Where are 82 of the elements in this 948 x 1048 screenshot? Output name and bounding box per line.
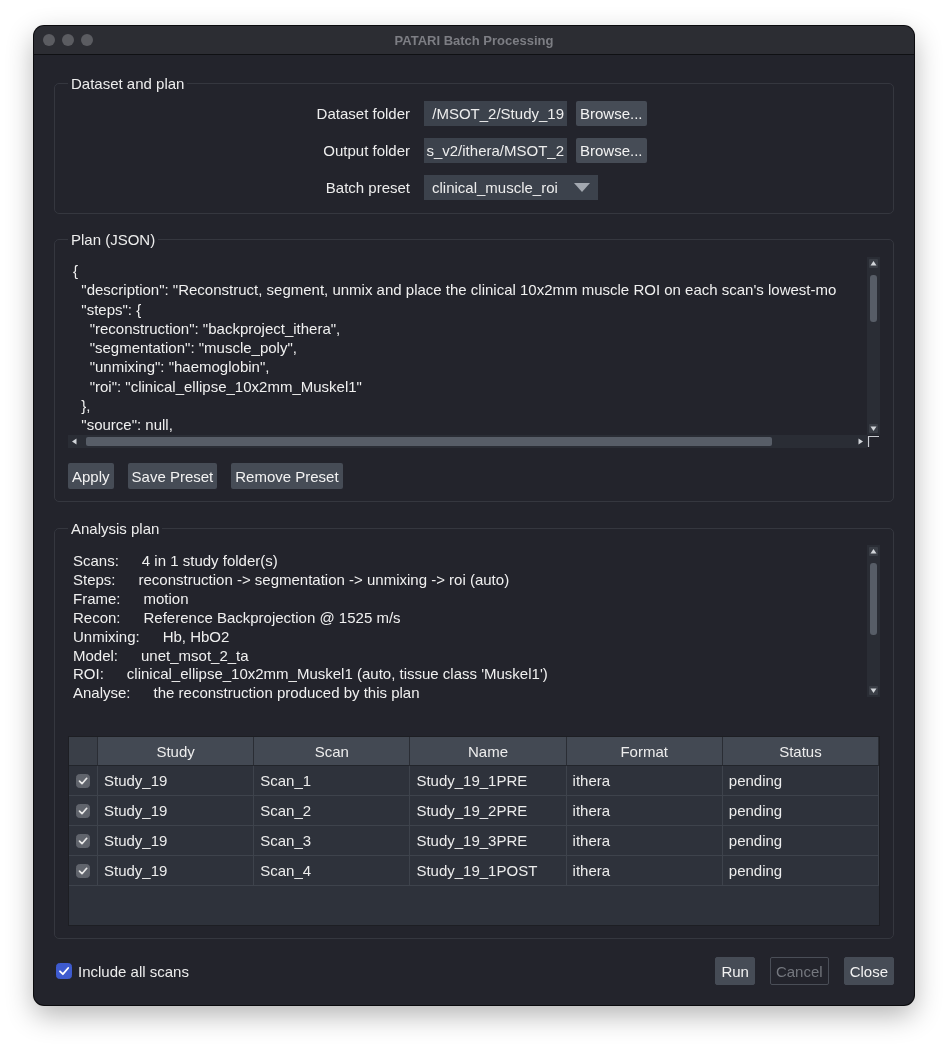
table-cell: ithera: [566, 766, 723, 796]
table-cell: pending: [722, 796, 879, 826]
table-cell: Scan_1: [254, 766, 411, 796]
field-label: Batch preset: [325, 179, 410, 196]
table-cell: Study_19: [98, 766, 255, 796]
table-cell: ithera: [566, 826, 723, 856]
table-cell: pending: [722, 766, 879, 796]
json-editor[interactable]: [68, 257, 880, 448]
vertical-scrollbar[interactable]: [867, 545, 880, 697]
preset-dropdown[interactable]: clinical_muscle_roi: [424, 175, 598, 200]
summary-value: the reconstruction produced by this plan: [153, 684, 420, 704]
table-cell: Scan_4: [254, 856, 411, 886]
group-title: Plan (JSON): [70, 231, 157, 248]
table-cell: pending: [722, 826, 879, 856]
dialog-button[interactable]: Run: [715, 957, 755, 985]
caret-icon: [574, 183, 590, 192]
plan-action-button[interactable]: Save Preset: [127, 463, 218, 489]
resize-corner-icon[interactable]: [867, 435, 880, 448]
summary-value: unet_msot_2_ta: [141, 646, 249, 666]
field-label: Output folder: [323, 142, 410, 159]
summary-label: Analyse:: [73, 684, 131, 704]
checkbox-checked-icon[interactable]: [76, 833, 90, 848]
code-line: "segmentation": "muscle_poly",: [88, 338, 297, 358]
browse-button[interactable]: Browse...: [576, 101, 647, 126]
checkbox-checked-icon[interactable]: [76, 773, 90, 788]
plan-action-button[interactable]: Remove Preset: [231, 463, 343, 489]
summary-label: Steps:: [73, 570, 116, 590]
scrollbar-thumb[interactable]: [870, 275, 877, 322]
column-header[interactable]: Study: [98, 737, 255, 766]
summary-label: Frame:: [73, 589, 121, 609]
scrollbar-thumb[interactable]: [870, 563, 877, 635]
code-line: "reconstruction": "backproject_ithera",: [88, 318, 341, 339]
table-cell: Study_19_3PRE: [410, 826, 567, 856]
dialog-button[interactable]: Close: [843, 957, 894, 985]
group-title: Analysis plan: [70, 520, 161, 537]
summary-value: clinical_ellipse_10x2mm_Muskel1 (auto, tissue class 'Muskel1'): [126, 665, 548, 685]
group-title: Dataset and plan: [70, 75, 186, 92]
table-cell: Study_19: [98, 826, 255, 856]
table-cell: Study_19: [98, 796, 255, 826]
summary-label: Recon:: [73, 608, 121, 628]
table-cell: ithera: [566, 796, 723, 826]
table-cell: Study_19_1PRE: [410, 766, 567, 796]
summary-value: 4 in 1 study folder(s): [141, 552, 278, 571]
folder-path-field[interactable]: s_v2/ithera/MSOT_2: [424, 138, 567, 163]
summary-value: motion: [143, 589, 189, 609]
folder-path-field[interactable]: /MSOT_2/Study_19: [424, 101, 567, 126]
browse-button[interactable]: Browse...: [576, 138, 647, 163]
field-label: Dataset folder: [316, 105, 410, 122]
scrollbar-thumb[interactable]: [86, 437, 772, 446]
table-cell: ithera: [566, 856, 723, 886]
summary-label: ROI:: [73, 665, 104, 685]
code-line: "roi": "clinical_ellipse_10x2mm_Muskel1": [88, 376, 362, 397]
checkbox-checked-icon[interactable]: [76, 863, 90, 878]
summary-value: reconstruction -> segmentation -> unmixing -> roi (auto): [138, 570, 510, 590]
vertical-scrollbar[interactable]: [867, 257, 880, 435]
summary-label: Unmixing:: [73, 627, 140, 647]
table-cell: pending: [722, 856, 879, 886]
summary-label: Scans:: [73, 552, 119, 571]
column-header[interactable]: Format: [566, 737, 723, 766]
summary-value: Hb, HbO2: [162, 627, 230, 647]
summary-label: Model:: [73, 646, 119, 666]
table-cell: Scan_2: [254, 796, 411, 826]
code-line: "source": null,: [80, 415, 173, 435]
window-title: PATARI Batch Processing: [394, 32, 554, 48]
checkbox-checked-icon[interactable]: [76, 803, 90, 818]
include-all-checkbox[interactable]: Include all scans: [56, 962, 189, 980]
table-cell: Study_19: [98, 856, 255, 886]
code-line: {: [73, 261, 78, 281]
code-line: "steps": {: [80, 299, 142, 319]
column-header[interactable]: Scan: [254, 737, 411, 766]
code-line: },: [80, 396, 91, 416]
column-header[interactable]: Status: [722, 737, 879, 766]
code-line: "description": "Reconstruct, segment, unmix and place the clinical 10x2mm muscle ROI on each scan's lowest-mo: [80, 280, 837, 300]
code-line: "unmixing": "haemoglobin",: [88, 357, 270, 377]
horizontal-scrollbar[interactable]: [68, 435, 867, 448]
checkbox-checked-icon[interactable]: [56, 963, 72, 979]
table-cell: Scan_3: [254, 826, 411, 856]
column-header[interactable]: Name: [410, 737, 567, 766]
summary-value: Reference Backprojection @ 1525 m/s: [143, 608, 401, 628]
table-cell: Study_19_2PRE: [410, 796, 567, 826]
plan-action-button[interactable]: Apply: [68, 463, 114, 489]
table-cell: Study_19_1POST: [410, 856, 567, 886]
